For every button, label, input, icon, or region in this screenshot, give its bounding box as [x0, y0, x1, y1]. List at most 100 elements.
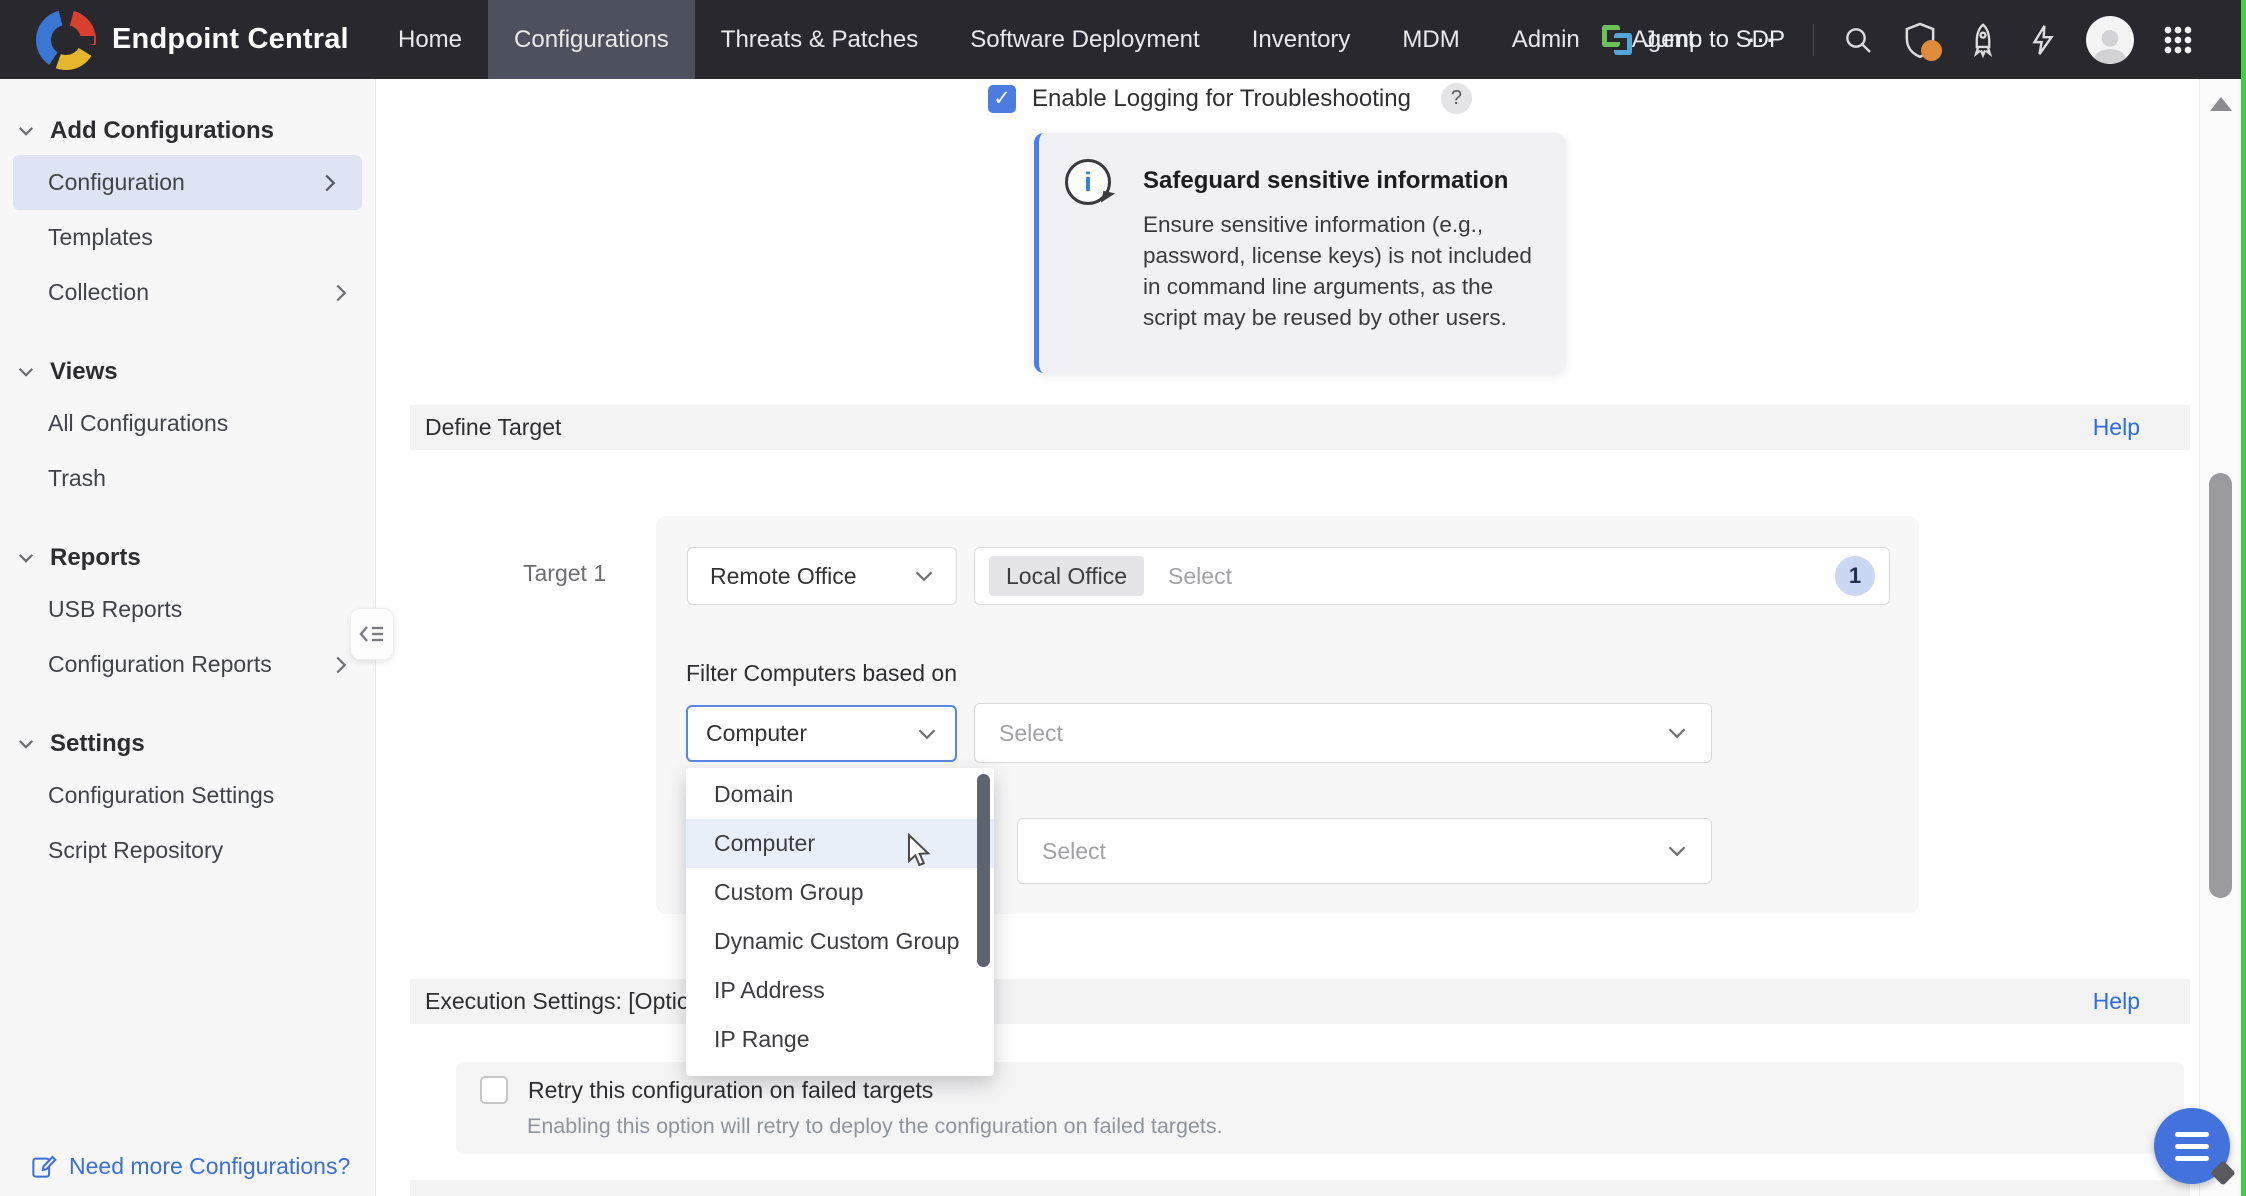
sidebar-item-configuration[interactable]: Configuration: [13, 155, 362, 210]
brand-name: Endpoint Central: [112, 23, 349, 56]
enable-logging-row: ✓ Enable Logging for Troubleshooting ?: [988, 83, 1472, 114]
sidebar-item-configuration-reports[interactable]: Configuration Reports: [0, 637, 375, 692]
chevron-right-icon: [322, 173, 338, 193]
sidebar-item-label: Configuration Settings: [48, 782, 274, 809]
info-box-body: Ensure sensitive information (e.g., pass…: [1143, 209, 1547, 333]
alert-dot: [1921, 40, 1942, 61]
mouse-cursor: [905, 833, 937, 869]
quick-actions-bolt-icon[interactable]: [2028, 23, 2058, 57]
filter-value-select[interactable]: Select: [974, 703, 1712, 763]
second-filter-value-select[interactable]: Select: [1017, 818, 1712, 884]
safeguard-info-box: i Safeguard sensitive information Ensure…: [1034, 133, 1566, 373]
target-1-label: Target 1: [523, 560, 606, 587]
sidebar-item-label: Templates: [48, 224, 153, 251]
dropdown-scrollbar-thumb[interactable]: [977, 774, 990, 967]
chevron-down-icon: [16, 548, 36, 568]
logging-help-icon[interactable]: ?: [1441, 83, 1472, 114]
section-title: Reports: [50, 544, 141, 572]
topbar-divider: [1813, 24, 1814, 56]
topbar-utilities: Jump to SDP: [1602, 0, 2194, 79]
chevron-down-icon: [1667, 726, 1687, 740]
sidebar-item-all-configurations[interactable]: All Configurations: [0, 396, 375, 451]
section-views[interactable]: Views: [0, 348, 375, 396]
option-dynamic-custom-group[interactable]: Dynamic Custom Group: [686, 917, 994, 966]
top-navigation-bar: Endpoint Central Home Configurations Thr…: [0, 0, 2246, 79]
option-ip-address[interactable]: IP Address: [686, 966, 994, 1015]
option-computer[interactable]: Computer: [686, 819, 994, 868]
enable-logging-checkbox[interactable]: ✓: [988, 85, 1016, 113]
nav-configurations[interactable]: Configurations: [488, 0, 695, 79]
target-type-dropdown[interactable]: Remote Office: [687, 547, 957, 605]
filter-type-options-dropdown: Domain Computer Custom Group Dynamic Cus…: [686, 768, 994, 1076]
collapse-sidebar-icon: [359, 622, 385, 646]
security-shield-icon[interactable]: [1902, 21, 1938, 59]
next-section-edge: [410, 1180, 2190, 1196]
sidebar-item-configuration-settings[interactable]: Configuration Settings: [0, 768, 375, 823]
office-select-placeholder: Select: [1168, 563, 1232, 590]
sidebar-item-label: Trash: [48, 465, 106, 492]
nav-software-deployment[interactable]: Software Deployment: [944, 0, 1225, 79]
filter-type-value: Computer: [706, 720, 807, 747]
section-title: Views: [50, 358, 118, 386]
sidebar-item-label: Configuration: [48, 169, 185, 196]
local-office-chip[interactable]: Local Office: [989, 556, 1144, 596]
screen-share-border: [2241, 0, 2246, 1196]
sdp-icon: [1602, 25, 1632, 55]
primary-nav: Home Configurations Threats & Patches So…: [372, 0, 1803, 79]
section-title: Add Configurations: [50, 117, 274, 145]
info-icon: i: [1065, 159, 1111, 205]
jump-to-sdp-button[interactable]: Jump to SDP: [1602, 25, 1785, 55]
chevron-down-icon: [1667, 844, 1687, 858]
option-ip-range[interactable]: IP Range: [686, 1015, 994, 1064]
nav-inventory[interactable]: Inventory: [1226, 0, 1377, 79]
execution-settings-help-link[interactable]: Help: [2093, 988, 2140, 1015]
section-reports[interactable]: Reports: [0, 534, 375, 582]
sidebar-item-label: Script Repository: [48, 837, 223, 864]
scrollbar-thumb[interactable]: [2209, 473, 2232, 898]
option-domain[interactable]: Domain: [686, 770, 994, 819]
nav-threats-patches[interactable]: Threats & Patches: [695, 0, 944, 79]
apps-grid-icon[interactable]: [2162, 24, 2194, 56]
section-settings[interactable]: Settings: [0, 720, 375, 768]
define-target-help-link[interactable]: Help: [2093, 414, 2140, 441]
nav-admin[interactable]: Admin: [1486, 0, 1606, 79]
rocket-icon[interactable]: [1966, 22, 2000, 58]
chevron-right-icon: [333, 283, 349, 303]
chevron-down-icon: [16, 121, 36, 141]
chevron-down-icon: [914, 569, 934, 583]
user-avatar[interactable]: [2086, 16, 2134, 64]
sidebar: Add Configurations Configuration Templat…: [0, 79, 376, 1196]
execution-settings-title: Execution Settings: [Optional]: [425, 988, 727, 1015]
nav-mdm[interactable]: MDM: [1376, 0, 1485, 79]
edit-pencil-icon: [30, 1153, 57, 1180]
sidebar-item-collection[interactable]: Collection: [0, 265, 375, 320]
search-icon[interactable]: [1842, 24, 1874, 56]
app-window: Endpoint Central Home Configurations Thr…: [0, 0, 2246, 1196]
sidebar-item-label: Collection: [48, 279, 149, 306]
target-type-value: Remote Office: [710, 563, 857, 590]
brand[interactable]: Endpoint Central: [36, 0, 349, 79]
page-scrollbar[interactable]: [2199, 79, 2241, 1196]
sidebar-item-trash[interactable]: Trash: [0, 451, 375, 506]
sidebar-item-templates[interactable]: Templates: [0, 210, 375, 265]
sidebar-item-script-repository[interactable]: Script Repository: [0, 823, 375, 878]
section-title: Settings: [50, 730, 145, 758]
nav-home[interactable]: Home: [372, 0, 488, 79]
retry-checkbox[interactable]: ✓: [480, 1076, 508, 1104]
filter-type-dropdown[interactable]: Computer: [686, 705, 957, 762]
hamburger-icon: [2175, 1132, 2209, 1137]
option-custom-group[interactable]: Custom Group: [686, 868, 994, 917]
section-add-configurations[interactable]: Add Configurations: [0, 107, 375, 155]
sidebar-collapse-toggle[interactable]: [350, 608, 394, 660]
second-filter-select-placeholder: Select: [1042, 838, 1106, 865]
execution-settings-header: Execution Settings: [Optional] Help: [410, 979, 2190, 1024]
chevron-right-icon: [333, 655, 349, 675]
chevron-down-icon: [917, 727, 937, 741]
remote-office-select-field[interactable]: Local Office Select 1: [974, 547, 1890, 605]
floating-menu-button[interactable]: [2154, 1108, 2230, 1184]
selected-count-badge: 1: [1835, 556, 1875, 596]
scroll-up-arrow-icon[interactable]: [2210, 97, 2232, 111]
need-more-configurations-link[interactable]: Need more Configurations?: [30, 1153, 350, 1180]
chevron-down-icon: [16, 734, 36, 754]
sidebar-item-usb-reports[interactable]: USB Reports: [0, 582, 375, 637]
